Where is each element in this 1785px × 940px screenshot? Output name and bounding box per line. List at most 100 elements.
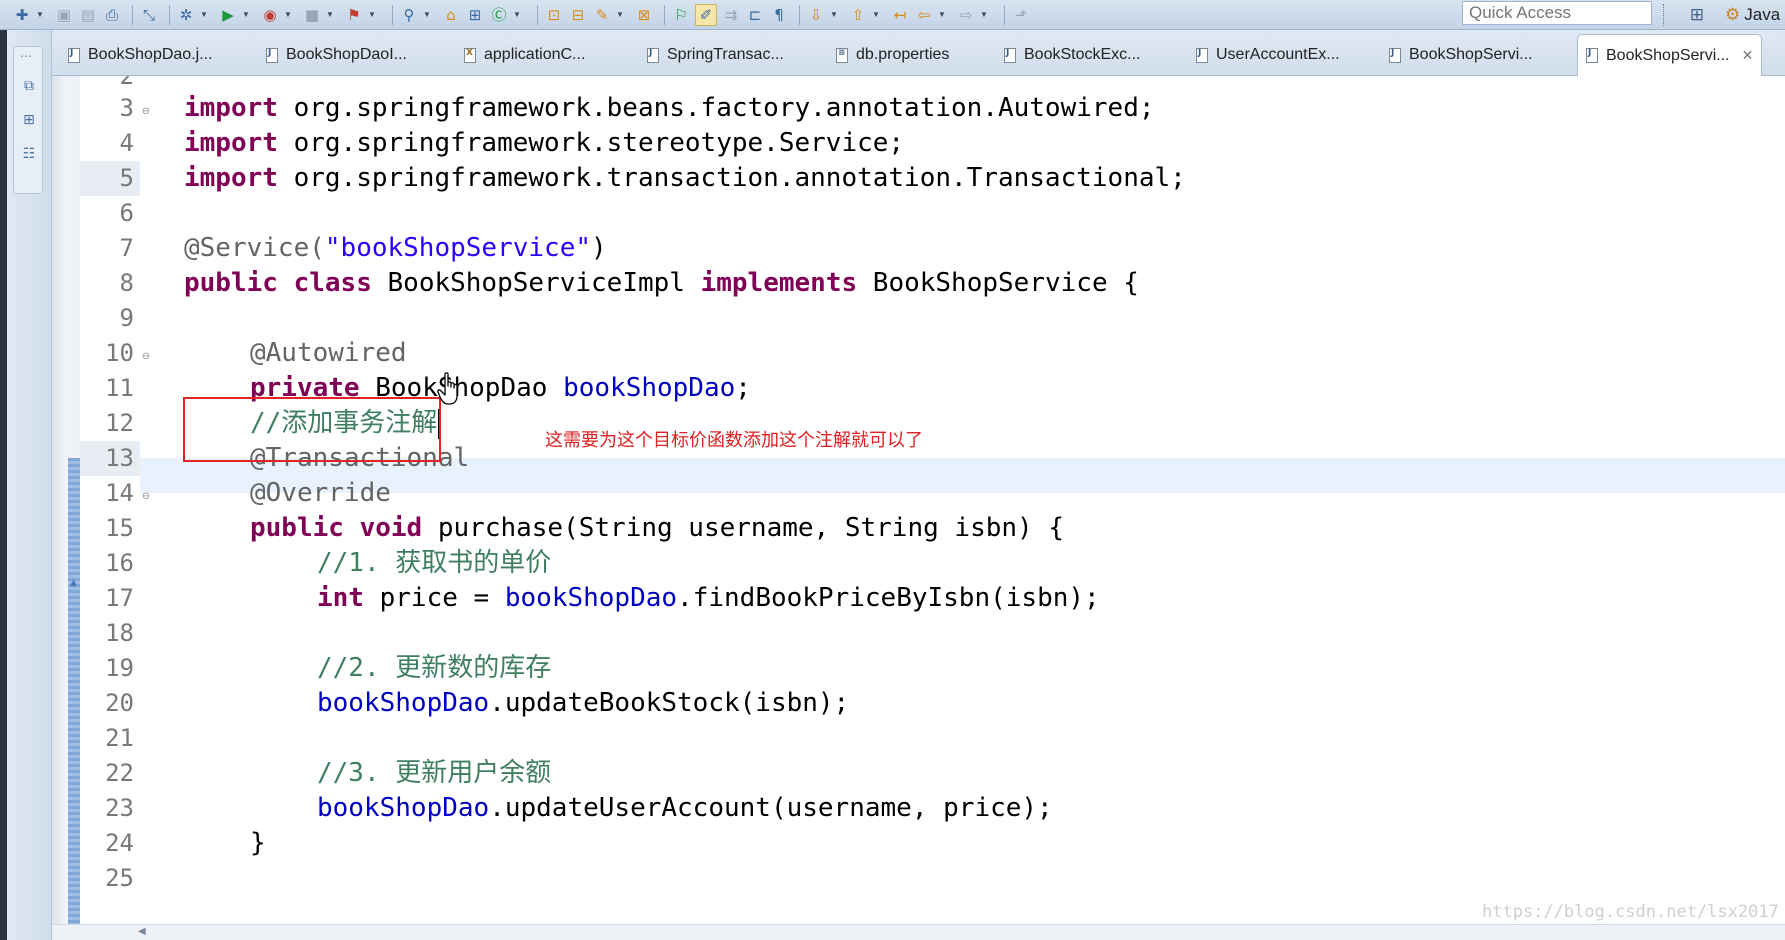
line-number: 4	[119, 129, 134, 157]
tab-bookshopservice[interactable]: J BookShopServi...	[1389, 40, 1533, 70]
tab-bookstockexception[interactable]: J BookStockExc...	[1004, 40, 1141, 70]
next-annotation-dropdown-icon[interactable]: ▼	[830, 10, 840, 19]
java-file-icon: J	[68, 47, 80, 63]
back-icon[interactable]: ⇦	[914, 5, 934, 25]
external-tools-icon[interactable]: ⚑	[344, 5, 364, 25]
java-editor[interactable]: ▲ 2 3 4 5 6 7 8 9 10 11 12 13 14 15 16 1…	[52, 76, 1785, 924]
new-class-dropdown-icon[interactable]: ▼	[513, 10, 523, 19]
keyword-int: int	[317, 583, 364, 613]
coverage-icon[interactable]: ◉	[260, 5, 280, 25]
java-file-icon: J	[1586, 48, 1598, 63]
paragraph-icon[interactable]: ¶	[769, 5, 789, 25]
save-icon[interactable]: ▣	[54, 5, 74, 25]
code-line-8: public class BookShopServiceImpl impleme…	[184, 266, 1139, 301]
new-java-project-icon[interactable]: ⌂	[441, 5, 461, 25]
code-area[interactable]: import org.springframework.beans.factory…	[134, 76, 1774, 924]
previous-annotation-dropdown-icon[interactable]: ▼	[872, 10, 882, 19]
java-file-icon: J	[647, 47, 659, 63]
tab-label: UserAccountEx...	[1216, 46, 1340, 63]
tab-applicationcontext[interactable]: X applicationC...	[464, 40, 585, 70]
line-number: 25	[105, 864, 134, 892]
toggle-markers-icon[interactable]: ⚐	[671, 5, 691, 25]
stop-server-icon[interactable]: ■	[302, 5, 322, 25]
quick-access-input[interactable]	[1462, 1, 1652, 25]
keyword-import: import	[184, 163, 278, 193]
next-annotation-icon[interactable]: ⇩	[806, 5, 826, 25]
comment-step-3: //3. 更新用户余额	[317, 758, 552, 788]
line-number: 7	[119, 234, 134, 262]
tab-bookshopdaoimpl[interactable]: J BookShopDaoI...	[266, 40, 407, 70]
toolbar-separator	[799, 4, 800, 25]
debug-dropdown-icon[interactable]: ▼	[200, 10, 210, 19]
tab-useraccountexception[interactable]: J UserAccountEx...	[1196, 40, 1340, 70]
keyword-class: class	[293, 268, 372, 298]
last-edit-location-icon[interactable]: ↤	[890, 5, 910, 25]
external-tools-dropdown-icon[interactable]: ▼	[368, 10, 378, 19]
toggle-highlight-icon[interactable]: ✐	[695, 3, 717, 26]
restore-icon[interactable]: ⧉	[20, 77, 38, 95]
line-number: 14	[105, 479, 134, 507]
properties-file-icon: ≡	[836, 47, 848, 63]
xml-file-icon: X	[464, 47, 476, 63]
code-line-20: //2. 更新数的库存	[317, 651, 551, 686]
run-dropdown-icon[interactable]: ▼	[242, 10, 252, 19]
code-line-18: int price = bookShopDao.findBookPriceByI…	[317, 581, 1100, 616]
forward-icon[interactable]: ⇨	[956, 5, 976, 25]
run-icon[interactable]: ▶	[218, 5, 238, 25]
class-name: BookShopServiceImpl	[371, 268, 701, 298]
code-line-24: bookShopDao.updateUserAccount(username, …	[317, 791, 1053, 826]
debug-icon[interactable]: ✲	[176, 5, 196, 25]
field-name: bookShopDao	[504, 583, 678, 613]
horizontal-scrollbar[interactable]: ◀	[52, 924, 1785, 940]
field-name: bookShopDao	[317, 688, 490, 718]
tab-bookshopdao[interactable]: J BookShopDao.j...	[68, 40, 213, 70]
search-icon[interactable]: ⚲	[399, 5, 419, 25]
line-number: 5	[80, 161, 140, 196]
line-number-ruler: 2 3 4 5 6 7 8 9 10 11 12 13 14 15 16 17 …	[80, 76, 140, 924]
comment-step-1: //1. 获取书的单价	[317, 548, 552, 578]
open-perspective-icon[interactable]: ⊞	[1685, 3, 1709, 27]
open-task-icon[interactable]: ⊟	[568, 5, 588, 25]
line-number: 6	[119, 199, 134, 227]
trim-grip-icon[interactable]: ⋯	[20, 49, 33, 63]
back-dropdown-icon[interactable]: ▼	[938, 10, 948, 19]
code-line-4: import org.springframework.stereotype.Se…	[184, 126, 904, 161]
print-icon[interactable]: ⎙	[102, 5, 122, 25]
skip-breakpoints-icon[interactable]: ⤡	[139, 5, 159, 25]
pen-dropdown-icon[interactable]: ▼	[616, 10, 626, 19]
tab-springtransaction[interactable]: J SpringTransac...	[647, 40, 784, 70]
new-class-icon[interactable]: Ⓒ	[489, 5, 509, 25]
show-whitespace-icon[interactable]: ⇉	[721, 5, 741, 25]
forward-dropdown-icon[interactable]: ▼	[980, 10, 990, 19]
line-number: 8	[119, 269, 134, 297]
line-number: 19	[105, 654, 134, 682]
scroll-left-icon[interactable]: ◀	[138, 926, 146, 937]
new-package-icon[interactable]: ⊞	[465, 5, 485, 25]
code-line-21: bookShopDao.updateBookStock(isbn);	[317, 686, 849, 721]
open-type-icon[interactable]: ⊡	[544, 5, 564, 25]
package-explorer-icon[interactable]: ⊞	[20, 111, 38, 129]
previous-annotation-icon[interactable]: ⇧	[848, 5, 868, 25]
code-line-3: import org.springframework.beans.factory…	[184, 91, 1155, 126]
new-dropdown-icon[interactable]: ▼	[36, 10, 46, 19]
close-tab-icon[interactable]: ✕	[1742, 48, 1754, 64]
pin-editor-icon[interactable]: ⬏	[1011, 5, 1031, 25]
java-file-icon: J	[1196, 47, 1208, 63]
server-dropdown-icon[interactable]: ▼	[326, 10, 336, 19]
pen-icon[interactable]: ✎	[592, 5, 612, 25]
coverage-dropdown-icon[interactable]: ▼	[284, 10, 294, 19]
hand-cursor-icon	[437, 372, 458, 405]
block-selection-icon[interactable]: ⊏	[745, 5, 765, 25]
tab-db-properties[interactable]: ≡ db.properties	[836, 40, 949, 70]
search-dropdown-icon[interactable]: ▼	[423, 10, 433, 19]
open-folder-icon[interactable]: ⊠	[634, 5, 654, 25]
field-name: bookShopDao	[563, 373, 736, 403]
new-wizard-icon[interactable]: ✚	[12, 5, 32, 25]
java-file-icon: J	[266, 47, 278, 63]
tab-bookshopserviceimpl[interactable]: J BookShopServi... ✕	[1577, 34, 1763, 76]
code-line-15: @Override	[250, 476, 391, 511]
java-perspective-button[interactable]: ⚙ Java	[1725, 2, 1780, 28]
outline-icon[interactable]: ☷	[20, 145, 38, 163]
override-indicator-icon[interactable]: ▲	[70, 578, 79, 588]
save-all-icon[interactable]: ▤	[78, 5, 98, 25]
